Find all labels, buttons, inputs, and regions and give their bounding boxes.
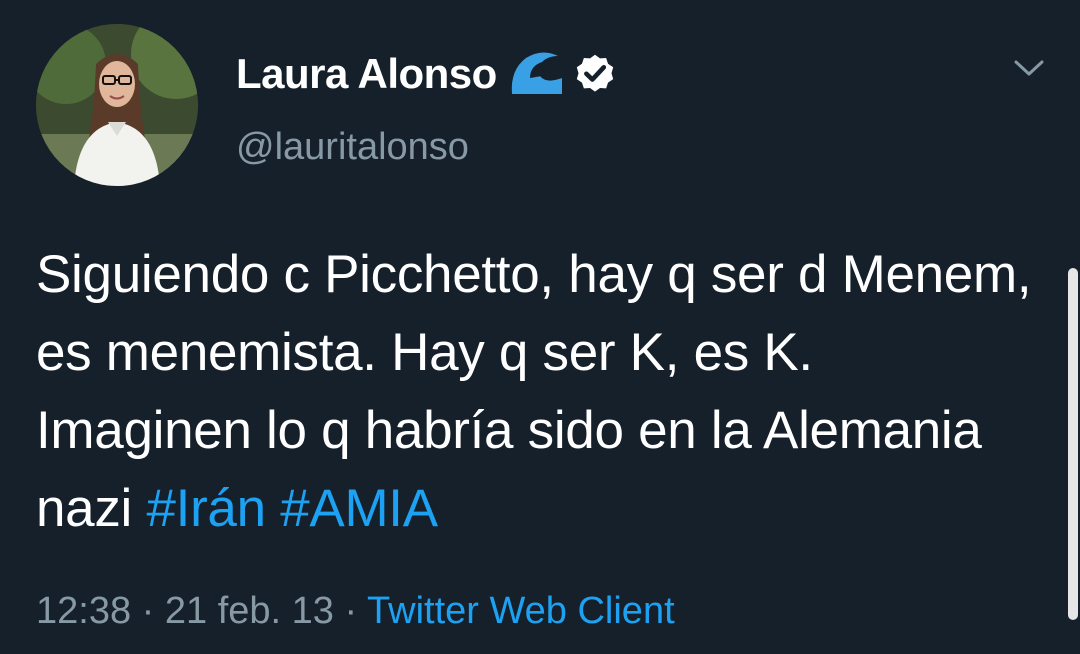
source-link[interactable]: Twitter Web Client bbox=[367, 590, 675, 632]
tweet-text: Siguiendo c Picchetto, hay q ser d Menem… bbox=[36, 236, 1036, 548]
scrollbar[interactable] bbox=[1068, 268, 1078, 620]
chevron-down-icon[interactable] bbox=[1012, 56, 1046, 80]
tweet-meta: 12:38 · 21 feb. 13 · Twitter Web Client bbox=[36, 590, 675, 633]
avatar[interactable] bbox=[36, 24, 198, 186]
user-handle[interactable]: @lauritalonso bbox=[236, 126, 469, 169]
tweet-time[interactable]: 12:38 bbox=[36, 590, 131, 632]
hashtag-link[interactable]: #Irán bbox=[146, 479, 266, 538]
avatar-photo bbox=[36, 24, 198, 186]
tweet-card: Laura Alonso @lauritalonso Siguiendo c P… bbox=[0, 0, 1080, 654]
meta-separator: · bbox=[131, 590, 165, 632]
meta-separator: · bbox=[333, 590, 368, 632]
tweet-date[interactable]: 21 feb. 13 bbox=[165, 590, 334, 632]
wave-icon bbox=[511, 52, 562, 94]
hashtag-link[interactable]: #AMIA bbox=[280, 479, 438, 538]
verified-badge-icon bbox=[576, 54, 614, 92]
display-name[interactable]: Laura Alonso bbox=[236, 50, 497, 98]
